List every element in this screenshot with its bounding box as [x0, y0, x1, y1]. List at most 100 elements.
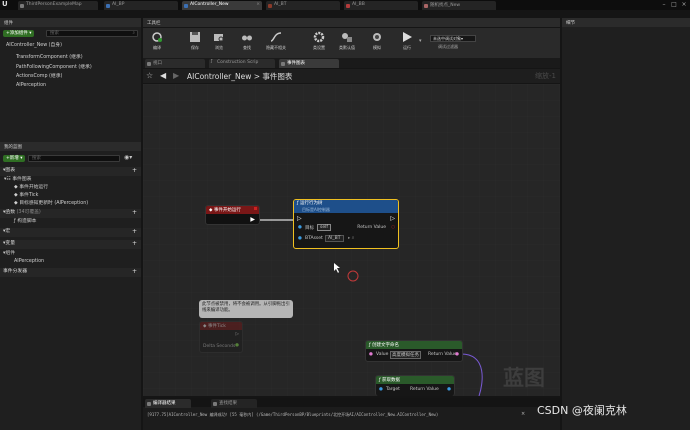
get-data-node[interactable]: ƒ 获取数据 ● Target Return Value ●: [375, 375, 455, 396]
class-settings-button[interactable]: 类设置: [307, 30, 331, 56]
float-pin-icon[interactable]: ●: [235, 343, 239, 348]
details-panel-title: 细节: [562, 18, 690, 27]
component-item[interactable]: ActionsComp (继承): [0, 73, 141, 81]
left-panel: 组件 +添加组件 ▾ 搜索 ⌕ AIController_New (自身) Tra…: [0, 18, 141, 430]
blueprint-search-input[interactable]: 搜索: [28, 155, 120, 162]
tab-viewport[interactable]: 视口: [145, 59, 205, 68]
binoculars-icon: [242, 35, 252, 41]
exec-in-pin-icon[interactable]: ▷: [297, 215, 302, 222]
exec-pin-icon[interactable]: ▷: [236, 332, 239, 337]
add-icon[interactable]: +: [132, 268, 137, 276]
doc-tab-ai-bt[interactable]: AI_BT: [266, 1, 340, 10]
component-search-input[interactable]: 搜索 ⌕: [46, 30, 138, 37]
class-defaults-button[interactable]: 类默认值: [333, 30, 361, 56]
behavior-tree-icon: [268, 4, 272, 8]
node-header: ƒ 获取数据: [376, 376, 454, 384]
variables-section[interactable]: ▾变量 +: [0, 240, 141, 249]
eye-icon[interactable]: ◉▾: [124, 154, 132, 161]
function-item[interactable]: ƒ 构造脚本: [0, 218, 141, 226]
details-panel: 细节: [562, 18, 690, 430]
bt-asset-select[interactable]: AI_BT: [325, 235, 344, 242]
event-item[interactable]: ◆ 事件开始运行: [0, 184, 141, 192]
disabled-comment: 此节点被禁用，将不会被调用。从引脚拖出引线来编译功能。: [199, 300, 293, 318]
doc-tab-ai-bb[interactable]: AI_BB: [344, 1, 418, 10]
graph-canvas[interactable]: ◆ 事件开始运行 ▶ ƒ 运行行为树 目标是AI控制器 ▷ ▷ ● 目标 self…: [143, 84, 560, 396]
begin-play-node[interactable]: ◆ 事件开始运行 ▶: [205, 205, 260, 225]
add-icon[interactable]: +: [132, 228, 137, 236]
doc-tab-ai-bp[interactable]: AI_BP: [104, 1, 178, 10]
string-pin-icon[interactable]: ●: [369, 352, 373, 357]
maximize-icon[interactable]: □: [670, 1, 678, 8]
blueprint-icon: [184, 4, 188, 8]
component-item[interactable]: TransformComponent (继承): [0, 54, 141, 62]
tab-compiler-results[interactable]: 编译器结果: [145, 399, 191, 408]
save-button[interactable]: 保存: [183, 30, 207, 56]
component-item[interactable]: PathFollowingComponent (继承): [0, 64, 141, 72]
back-arrow-icon[interactable]: ◀: [160, 71, 166, 80]
component-variable[interactable]: AIPerception: [0, 258, 141, 266]
add-icon[interactable]: +: [132, 209, 137, 217]
browse-asset-icon[interactable]: ▸ ⌕: [348, 235, 354, 241]
functions-section[interactable]: ▾函数 (34可覆盖) +: [0, 209, 141, 218]
tab-event-graph[interactable]: 事件图表: [279, 59, 339, 68]
doc-tab-aicontroller[interactable]: AIController_New ×: [182, 1, 262, 10]
bool-pin-icon[interactable]: ○: [391, 225, 395, 230]
tab-find-results[interactable]: 查找结果: [211, 399, 257, 408]
simulate-button[interactable]: 模拟: [365, 30, 389, 56]
close-window-icon[interactable]: ×: [680, 1, 688, 8]
forward-arrow-icon[interactable]: ▶: [173, 71, 179, 80]
event-tick-node[interactable]: ◆ 事件Tick ▷ Delta Seconds ●: [199, 321, 243, 353]
close-icon[interactable]: ×: [521, 411, 525, 417]
star-icon[interactable]: ☆: [146, 71, 153, 80]
chevron-down-icon[interactable]: ▾: [419, 38, 422, 44]
value-input[interactable]: 高度模拟任务: [390, 351, 421, 359]
csdn-watermark: CSDN @夜阑克林: [537, 404, 627, 417]
graphs-section[interactable]: ▾图表 +: [0, 167, 141, 176]
object-pin-icon[interactable]: ●: [298, 225, 302, 230]
close-icon[interactable]: ×: [256, 2, 260, 7]
toolbar-title: 工具栏: [143, 18, 560, 27]
viewport-icon: [147, 62, 151, 66]
component-root[interactable]: AIController_New (自身): [0, 42, 141, 50]
node-header: ƒ 创建文字命名: [366, 341, 462, 349]
delegate-pin-icon: [254, 207, 257, 210]
hide-unrelated-button[interactable]: 隐藏不相关: [259, 30, 293, 56]
text-pin-icon[interactable]: ●: [455, 352, 459, 357]
folder-search-icon: [214, 34, 224, 42]
curve-icon: [270, 32, 282, 42]
blackboard-icon: [346, 4, 350, 8]
exec-pin-icon[interactable]: ▶: [250, 216, 255, 223]
macros-section[interactable]: ▾宏 +: [0, 228, 141, 237]
tab-construction-script[interactable]: ƒ Construction Scrip: [209, 59, 275, 68]
debug-object-select[interactable]: 未选中调试对象▾: [430, 35, 476, 42]
browse-button[interactable]: 浏览: [207, 30, 231, 56]
find-button[interactable]: 查找: [235, 30, 259, 56]
make-text-node[interactable]: ƒ 创建文字命名 ● Value 高度模拟任务 Return Value ●: [365, 340, 463, 362]
function-icon: ƒ: [211, 59, 213, 64]
add-component-button[interactable]: +添加组件 ▾: [3, 30, 35, 37]
run-behavior-tree-node[interactable]: ƒ 运行行为树 目标是AI控制器 ▷ ▷ ● 目标 self ● BTAsset …: [293, 199, 399, 249]
compile-icon: [152, 32, 162, 42]
doc-tab-map[interactable]: ThirdPersonExampleMap: [18, 1, 98, 10]
event-graph-item[interactable]: ▾☷ 事件图表: [0, 176, 141, 184]
compile-button[interactable]: 编译: [145, 30, 169, 56]
blueprint-watermark: 蓝图: [503, 366, 545, 390]
add-icon[interactable]: +: [132, 167, 137, 175]
minimize-icon[interactable]: –: [660, 1, 668, 8]
object-pin-icon[interactable]: ●: [379, 387, 383, 392]
components-group[interactable]: ▾组件: [0, 250, 141, 258]
event-item[interactable]: ◆ 目标感知更新时 (AIPerception): [0, 200, 141, 208]
object-pin-icon[interactable]: ●: [447, 387, 451, 392]
event-item[interactable]: ◆ 事件Tick: [0, 192, 141, 200]
add-icon[interactable]: +: [132, 240, 137, 248]
dispatchers-section[interactable]: 事件分发器 +: [0, 268, 141, 277]
target-value: self: [317, 224, 331, 231]
play-button[interactable]: 运行: [395, 30, 419, 56]
doc-tab-random-point[interactable]: 随机找点_New: [422, 1, 496, 10]
component-item[interactable]: AIPerception: [0, 82, 141, 90]
exec-out-pin-icon[interactable]: ▷: [390, 215, 395, 222]
object-pin-icon[interactable]: ●: [298, 236, 302, 241]
compile-log-line: [9177.75]AIController_New 编译成功！[55 毫秒内] …: [147, 412, 439, 417]
components-panel-title: 组件: [0, 18, 141, 27]
new-button[interactable]: +新增 ▾: [3, 155, 26, 162]
